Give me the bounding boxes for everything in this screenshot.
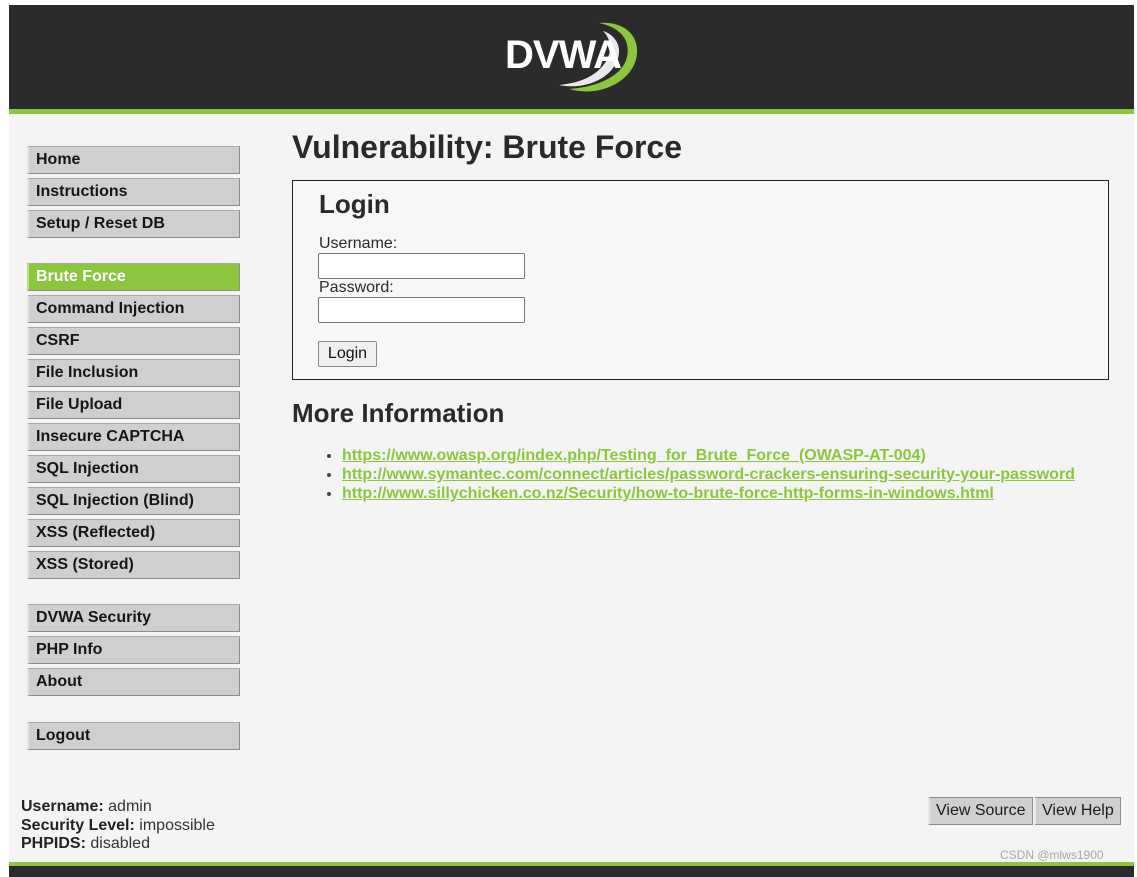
list-item: http://www.symantec.com/connect/articles… bbox=[342, 465, 1075, 484]
menu-item-php-info[interactable]: PHP Info bbox=[27, 636, 240, 664]
status-username-label: Username: bbox=[21, 798, 104, 815]
view-source-button[interactable]: View Source bbox=[928, 797, 1033, 825]
status-security-level: Security Level: impossible bbox=[21, 817, 215, 836]
menu-group-vulnerabilities: Brute Force Command Injection CSRF File … bbox=[27, 263, 240, 583]
menu-item-xss-reflected[interactable]: XSS (Reflected) bbox=[27, 519, 240, 547]
menu-group-main: Home Instructions Setup / Reset DB bbox=[27, 146, 240, 242]
status-username: Username: admin bbox=[21, 798, 215, 817]
menu-item-instructions[interactable]: Instructions bbox=[27, 178, 240, 206]
menu-item-home[interactable]: Home bbox=[27, 146, 240, 174]
status-security-label: Security Level: bbox=[21, 816, 135, 834]
status-phpids: PHPIDS: disabled bbox=[21, 835, 215, 854]
page-title: Vulnerability: Brute Force bbox=[292, 129, 682, 165]
status-phpids-value: disabled bbox=[90, 835, 150, 852]
link-symantec-password-crackers[interactable]: http://www.symantec.com/connect/articles… bbox=[342, 466, 1075, 483]
menu-item-about[interactable]: About bbox=[27, 668, 240, 696]
link-sillychicken-brute-force-forms[interactable]: http://www.sillychicken.co.nz/Security/h… bbox=[342, 485, 994, 502]
menu-item-command-injection[interactable]: Command Injection bbox=[27, 295, 240, 323]
menu-item-xss-stored[interactable]: XSS (Stored) bbox=[27, 551, 240, 579]
menu-item-csrf[interactable]: CSRF bbox=[27, 327, 240, 355]
more-information-links: https://www.owasp.org/index.php/Testing_… bbox=[322, 446, 1075, 503]
menu-item-sql-injection[interactable]: SQL Injection bbox=[27, 455, 240, 483]
status-security-value: impossible bbox=[139, 816, 215, 834]
password-label: Password: bbox=[319, 279, 394, 296]
username-label: Username: bbox=[319, 235, 398, 252]
status-username-value: admin bbox=[108, 798, 152, 815]
menu-group-settings: DVWA Security PHP Info About bbox=[27, 604, 240, 700]
footer-bar bbox=[9, 862, 1134, 877]
menu-item-insecure-captcha[interactable]: Insecure CAPTCHA bbox=[27, 423, 240, 451]
menu-item-file-inclusion[interactable]: File Inclusion bbox=[27, 359, 240, 387]
more-information-heading: More Information bbox=[292, 398, 505, 428]
list-item: https://www.owasp.org/index.php/Testing_… bbox=[342, 446, 1075, 465]
dvwa-logo[interactable]: DVWA bbox=[499, 17, 649, 97]
list-item: http://www.sillychicken.co.nz/Security/h… bbox=[342, 484, 1075, 503]
logo-text: DVWA bbox=[505, 33, 622, 77]
login-form: Login Username: Password: Login bbox=[292, 180, 1109, 380]
view-help-button[interactable]: View Help bbox=[1034, 797, 1121, 825]
menu-item-logout[interactable]: Logout bbox=[27, 722, 240, 750]
menu-group-logout: Logout bbox=[27, 722, 240, 754]
page-frame: DVWA Home Instructions Setup / Reset DB … bbox=[9, 5, 1134, 877]
user-status: Username: admin Security Level: impossib… bbox=[21, 798, 215, 854]
menu-item-sql-injection-blind[interactable]: SQL Injection (Blind) bbox=[27, 487, 240, 515]
username-input[interactable] bbox=[318, 253, 525, 279]
menu-item-setup-reset-db[interactable]: Setup / Reset DB bbox=[27, 210, 240, 238]
password-input[interactable] bbox=[318, 297, 525, 323]
link-owasp-brute-force[interactable]: https://www.owasp.org/index.php/Testing_… bbox=[342, 447, 926, 464]
menu-item-dvwa-security[interactable]: DVWA Security bbox=[27, 604, 240, 632]
login-button[interactable]: Login bbox=[318, 341, 377, 367]
watermark-text: CSDN @mlws1900 bbox=[1000, 848, 1104, 862]
status-phpids-label: PHPIDS: bbox=[21, 835, 86, 852]
menu-item-brute-force[interactable]: Brute Force bbox=[27, 263, 240, 291]
login-title: Login bbox=[319, 189, 390, 219]
header: DVWA bbox=[9, 5, 1134, 114]
menu-item-file-upload[interactable]: File Upload bbox=[27, 391, 240, 419]
